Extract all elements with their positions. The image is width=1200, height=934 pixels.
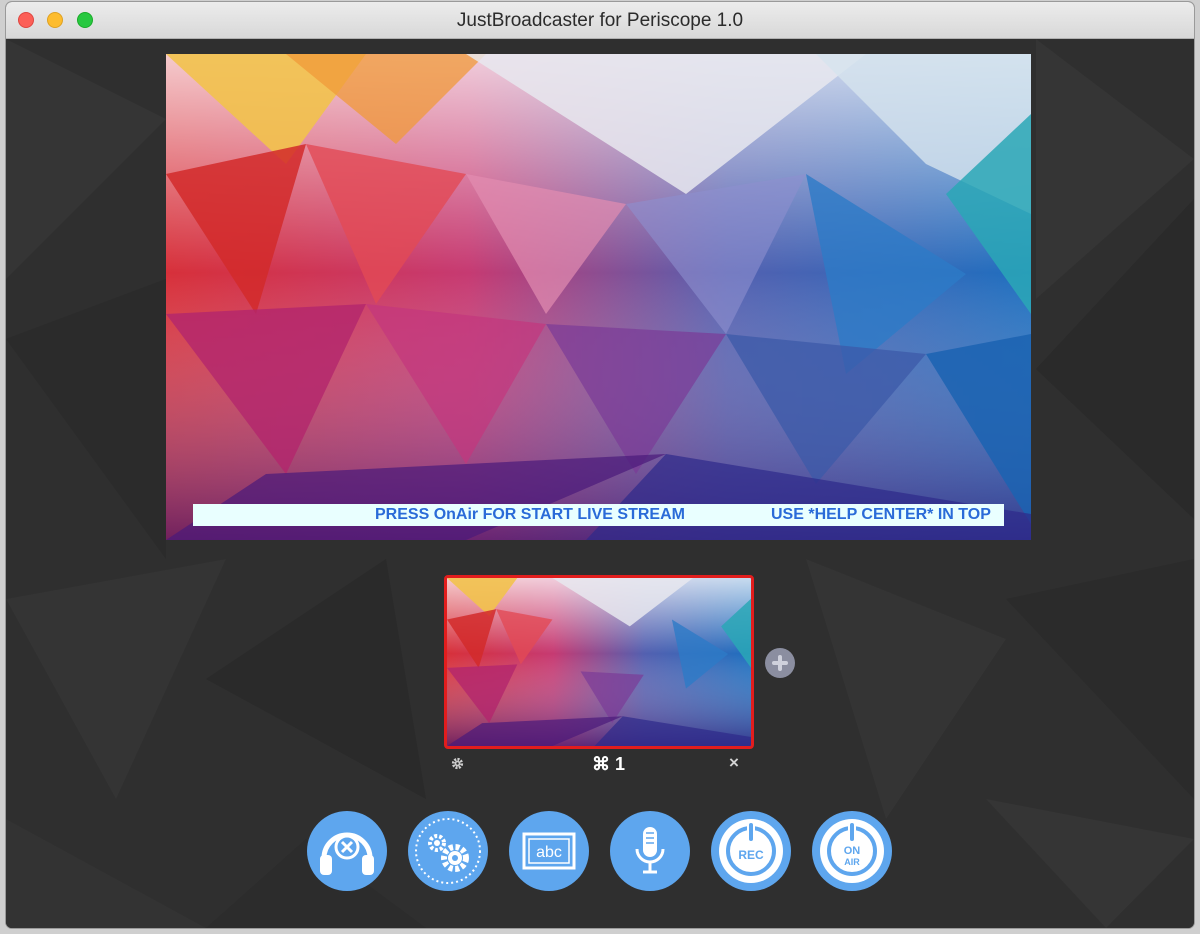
text-overlay-icon: abc (522, 832, 576, 870)
title-bar[interactable]: JustBroadcaster for Periscope 1.0 (6, 2, 1194, 39)
preview-abstract-image (166, 54, 1031, 540)
on-air-button[interactable]: ON AIR (812, 811, 892, 891)
scene-thumbnail-image (447, 578, 751, 746)
settings-button[interactable] (408, 811, 488, 891)
app-window: JustBroadcaster for Periscope 1.0 PRESS … (6, 2, 1194, 928)
gears-icon (415, 818, 481, 884)
text-overlay-label: abc (536, 844, 562, 861)
scene-settings-icon[interactable] (450, 756, 465, 771)
headphones-mute-button[interactable] (307, 811, 387, 891)
headphones-mute-icon (320, 832, 374, 875)
text-overlay-button[interactable]: abc (509, 811, 589, 891)
record-power-icon: REC (719, 819, 783, 883)
add-scene-button[interactable] (765, 648, 795, 678)
on-air-power-icon: ON AIR (820, 819, 884, 883)
window-title: JustBroadcaster for Periscope 1.0 (456, 10, 744, 31)
on-air-label-top: ON (844, 845, 861, 857)
record-button[interactable]: REC (711, 811, 791, 891)
scene-thumbnail-1[interactable] (444, 575, 754, 749)
main-content: PRESS OnAir FOR START LIVE STREAM USE *H… (6, 39, 1194, 928)
scene-remove-icon[interactable]: × (729, 753, 739, 773)
on-air-label-bottom: AIR (844, 857, 860, 867)
live-preview[interactable]: PRESS OnAir FOR START LIVE STREAM USE *H… (166, 54, 1031, 540)
ticker-bar: PRESS OnAir FOR START LIVE STREAM USE *H… (193, 504, 1004, 526)
microphone-button[interactable] (610, 811, 690, 891)
scene-shortcut-label: ⌘ 1 (592, 754, 626, 774)
microphone-icon (635, 827, 665, 874)
ticker-text-onair: PRESS OnAir FOR START LIVE STREAM (375, 506, 685, 523)
ticker-text-help: USE *HELP CENTER* IN TOP (771, 506, 991, 523)
record-label: REC (738, 848, 764, 862)
